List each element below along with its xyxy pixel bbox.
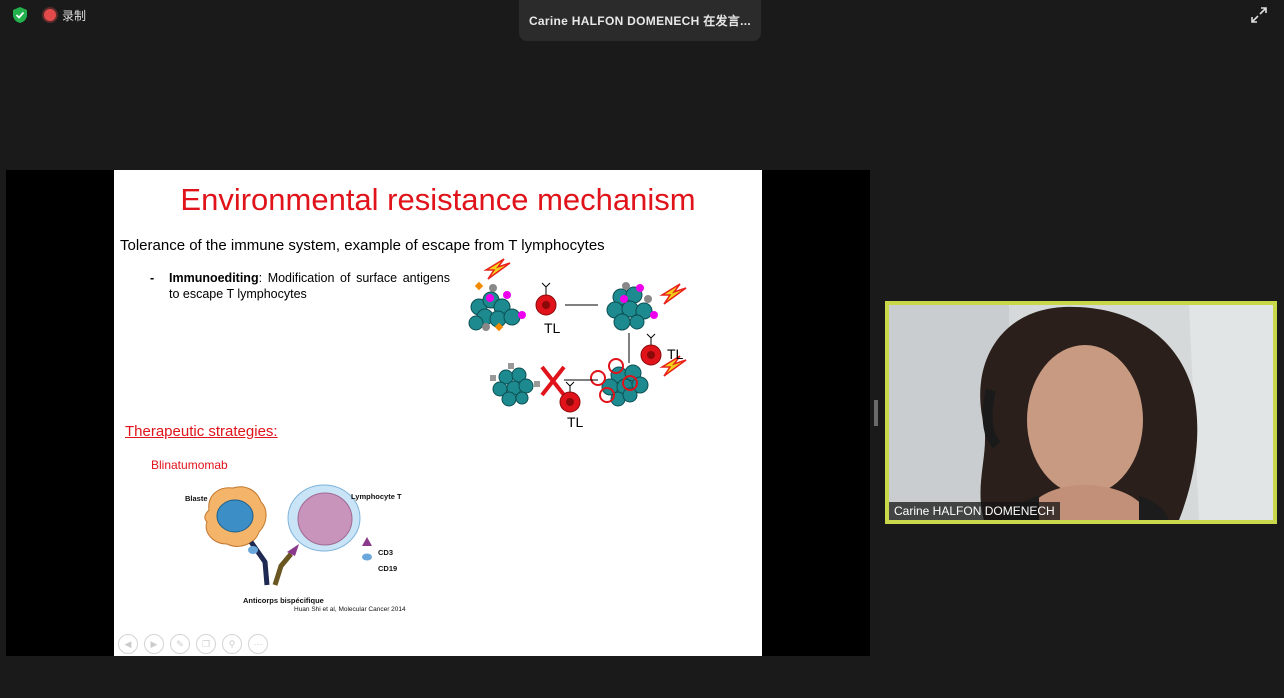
bullet-text: Immunoediting: Modification of surface a…: [169, 270, 450, 302]
security-shield-icon[interactable]: [10, 6, 30, 24]
t-lymphocyte-1: [535, 282, 557, 316]
lightning-1: [483, 258, 511, 280]
record-dot-icon: [44, 9, 56, 21]
antibody: [248, 540, 299, 586]
recording-label: 录制: [62, 8, 87, 23]
lymphocyte-label: Lymphocyte T: [351, 492, 402, 501]
antibody-label: Anticorps bispécifique: [243, 596, 324, 605]
cd3-label: CD3: [378, 548, 394, 557]
recording-indicator[interactable]: 录制: [44, 6, 86, 24]
fullscreen-icon[interactable]: [1250, 6, 1268, 24]
tumor-cluster-4: [490, 363, 540, 407]
lightning-2: [659, 283, 687, 305]
video-frame: [889, 305, 1273, 520]
active-speaker-banner: Carine HALFON DOMENECH 在发言...: [519, 0, 761, 41]
tl-label-1: TL: [544, 320, 561, 336]
immunoediting-diagram: [468, 258, 687, 413]
cd3-legend-marker: [362, 537, 372, 546]
slide-subtitle: Tolerance of the immune system, example …: [120, 237, 605, 254]
blast-cell: [204, 486, 267, 547]
slide-zoom-icon[interactable]: ⚲: [222, 634, 242, 654]
slide-next-icon[interactable]: ▶: [144, 634, 164, 654]
slide-controls: ◀ ▶ ✎ ❐ ⚲ ⋯: [118, 634, 268, 654]
slide-more-icon[interactable]: ⋯: [248, 634, 268, 654]
slide-title: Environmental resistance mechanism: [180, 182, 696, 217]
presentation-slide: Environmental resistance mechanism Toler…: [114, 170, 762, 656]
blast-label: Blaste: [185, 494, 208, 503]
tl-label-3: TL: [567, 414, 584, 430]
t-lymphocyte-2: [640, 333, 662, 366]
slide-pen-icon[interactable]: ✎: [170, 634, 190, 654]
cross-mark: [540, 365, 566, 397]
citation: Huan Shi et al, Molecular Cancer 2014: [294, 606, 406, 613]
t-lymphocyte-3: [559, 381, 581, 413]
lymphocyte-t-cell: [287, 484, 361, 552]
slide-prev-icon[interactable]: ◀: [118, 634, 138, 654]
participant-name-tag: Carine HALFON DOMENECH: [889, 502, 1060, 520]
bullet-immunoediting: - Immunoediting: Modification of surface…: [150, 270, 450, 302]
bullet-dash: -: [150, 271, 155, 285]
therapeutic-strategies-heading: Therapeutic strategies:: [125, 423, 278, 440]
cd19-legend-marker: [362, 553, 372, 561]
bullet-bold-term: Immunoediting: [169, 271, 259, 285]
slide-copy-icon[interactable]: ❐: [196, 634, 216, 654]
tl-label-2: TL: [667, 346, 684, 362]
participant-video-tile[interactable]: Carine HALFON DOMENECH: [885, 301, 1277, 524]
tumor-cluster-3: [590, 358, 649, 407]
active-speaker-text: Carine HALFON DOMENECH 在发言...: [528, 14, 752, 28]
split-handle[interactable]: [874, 400, 878, 426]
tumor-cluster-2: [606, 282, 658, 331]
participant-video: [889, 305, 1273, 520]
tumor-cluster-1: [468, 281, 526, 332]
participant-face: [1027, 345, 1143, 495]
cd19-label: CD19: [378, 564, 398, 573]
drug-name: Blinatumomab: [151, 458, 228, 472]
